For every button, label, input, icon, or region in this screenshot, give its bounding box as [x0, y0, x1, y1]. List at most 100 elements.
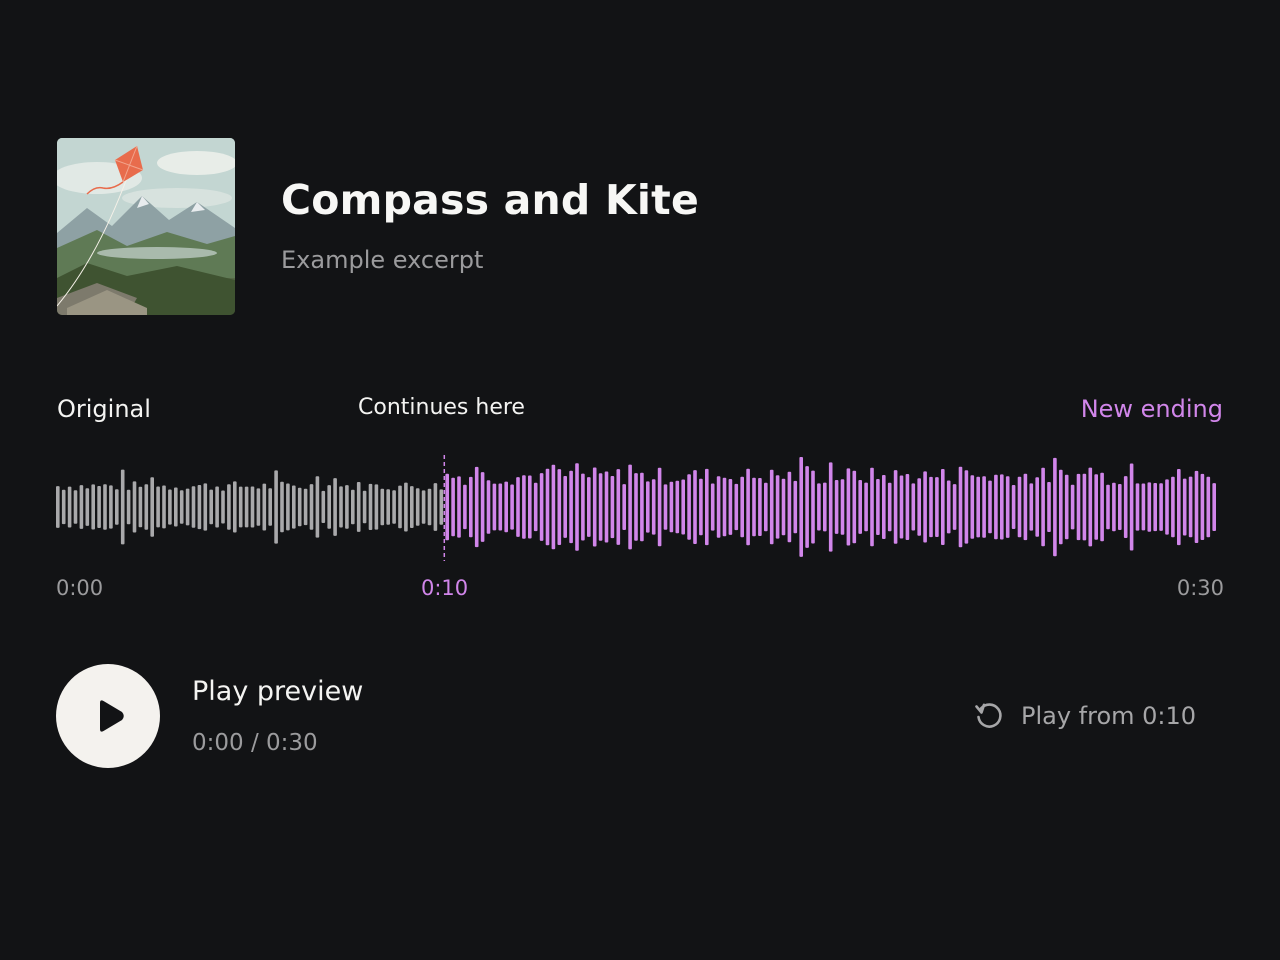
- waveform-bar-new: [781, 478, 786, 536]
- waveform-bar-original: [156, 486, 160, 528]
- play-button[interactable]: [56, 664, 160, 768]
- waveform-bar-new: [1177, 469, 1181, 546]
- waveform-bar-original: [410, 486, 414, 528]
- waveform-bar-original: [345, 485, 349, 529]
- waveform-bar-original: [97, 486, 101, 528]
- waveform-bar-original: [404, 482, 408, 532]
- waveform-bar-new: [946, 480, 951, 534]
- waveform-bar-new: [598, 473, 603, 541]
- waveform-bar-new: [887, 482, 892, 532]
- waveform-bar-original: [421, 490, 426, 524]
- waveform-bar-original: [356, 482, 361, 532]
- waveform-bar-new: [852, 470, 857, 544]
- replay-icon: [975, 703, 1002, 728]
- waveform-bar-original: [209, 489, 213, 525]
- waveform-bar-new: [710, 483, 715, 531]
- waveform-bar-new: [964, 470, 969, 544]
- waveform-bar-original: [103, 484, 107, 530]
- waveform-bar-original: [85, 488, 90, 526]
- waveform-bar-new: [486, 480, 491, 534]
- waveform-bar-new: [734, 483, 739, 531]
- waveform-bar-original: [191, 486, 196, 528]
- waveform[interactable]: [56, 453, 1224, 563]
- waveform-bar-original: [162, 485, 166, 529]
- track-subtitle: Example excerpt: [281, 246, 484, 274]
- waveform-bar-new: [1141, 483, 1146, 531]
- waveform-bar-original: [386, 489, 390, 525]
- waveform-bar-new: [1076, 473, 1081, 541]
- waveform-bar-new: [988, 480, 992, 534]
- waveform-bar-new: [958, 466, 963, 548]
- waveform-bar-new: [640, 472, 644, 542]
- waveform-bar-original: [185, 488, 190, 526]
- waveform-bar-original: [233, 481, 237, 533]
- waveform-bar-new: [510, 484, 514, 530]
- waveform-bar-original: [238, 486, 243, 528]
- waveform-bar-new: [533, 482, 538, 532]
- waveform-bar-new: [569, 470, 573, 544]
- waveform-bar-original: [197, 485, 202, 530]
- waveform-bar-new: [1059, 469, 1063, 545]
- waveform-bar-original: [221, 490, 225, 524]
- waveform-bar-new: [1123, 476, 1128, 538]
- waveform-bar-new: [793, 480, 798, 534]
- original-section-label: Original: [57, 395, 151, 423]
- waveform-bar-new: [628, 464, 632, 550]
- waveform-bar-original: [244, 486, 249, 528]
- play-from-split-button[interactable]: Play from 0:10: [972, 696, 1196, 736]
- waveform-bar-new: [917, 478, 921, 536]
- waveform-bar-original: [292, 485, 296, 529]
- waveform-bar-new: [545, 468, 550, 546]
- waveform-bar-new: [1112, 482, 1116, 532]
- waveform-bar-original: [415, 488, 420, 526]
- waveform-bar-new: [463, 484, 467, 530]
- waveform-bar-original: [374, 484, 379, 530]
- waveform-bar-new: [764, 482, 768, 532]
- waveform-bar-original: [380, 488, 385, 526]
- split-marker-label: Continues here: [358, 395, 525, 420]
- waveform-bar-new: [575, 463, 579, 551]
- waveform-bar-new: [811, 470, 815, 544]
- waveform-bar-original: [327, 485, 331, 529]
- waveform-bar-new: [858, 480, 862, 534]
- waveform-bar-original: [91, 484, 95, 530]
- waveform-bar-original: [168, 489, 172, 525]
- waveform-bar-original: [286, 483, 290, 531]
- waveform-bar-original: [132, 481, 137, 533]
- waveform-bar-new: [480, 472, 485, 542]
- waveform-bar-new: [1064, 474, 1069, 540]
- waveform-bar-new: [970, 475, 975, 539]
- time-end-label: 0:30: [1176, 576, 1224, 600]
- waveform-bar-new: [1035, 477, 1039, 537]
- waveform-bar-new: [769, 469, 774, 545]
- waveform-bar-original: [126, 489, 131, 525]
- waveform-bar-original: [433, 483, 438, 531]
- waveform-bar-new: [1011, 485, 1016, 529]
- waveform-bar-new: [870, 467, 874, 547]
- waveform-bar-new: [1047, 482, 1051, 532]
- waveform-bar-new: [935, 477, 939, 537]
- waveform-bar-new: [775, 475, 780, 539]
- waveform-bar-new: [1023, 473, 1028, 541]
- waveform-bar-original: [368, 483, 373, 530]
- waveform-bar-new: [563, 476, 567, 538]
- play-icon: [100, 700, 124, 732]
- waveform-bar-new: [1053, 457, 1057, 557]
- waveform-bar-new: [634, 473, 638, 541]
- waveform-bar-new: [716, 476, 721, 538]
- waveform-bar-original: [120, 469, 125, 545]
- waveform-bar-new: [699, 478, 703, 536]
- waveform-bar-new: [522, 475, 526, 539]
- waveform-bar-new: [823, 482, 827, 532]
- waveform-bar-new: [498, 483, 503, 531]
- waveform-bar-new: [864, 482, 868, 532]
- waveform-bar-original: [56, 486, 60, 528]
- waveform-bar-original: [61, 489, 66, 525]
- waveform-bar-new: [551, 464, 556, 550]
- waveform-bar-new: [1082, 473, 1087, 541]
- waveform-bar-new: [834, 480, 839, 534]
- waveform-bar-new: [740, 476, 744, 538]
- waveform-bar-new: [899, 475, 904, 539]
- waveform-bar-new: [504, 481, 508, 533]
- waveform-bar-original: [179, 490, 184, 524]
